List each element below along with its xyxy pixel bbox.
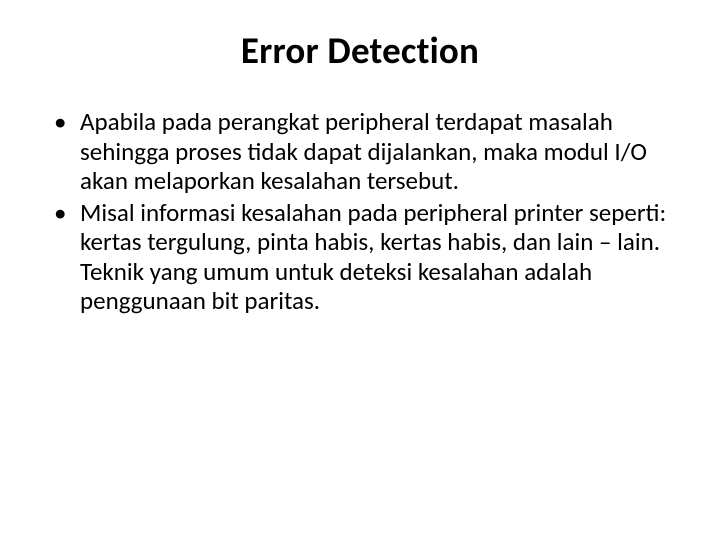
list-item: Apabila pada perangkat peripheral terdap… [54, 107, 672, 196]
list-item: Misal informasi kesalahan pada periphera… [54, 198, 672, 316]
slide: Error Detection Apabila pada perangkat p… [0, 0, 720, 540]
bullet-list: Apabila pada perangkat peripheral terdap… [48, 107, 672, 316]
slide-title: Error Detection [48, 28, 672, 73]
